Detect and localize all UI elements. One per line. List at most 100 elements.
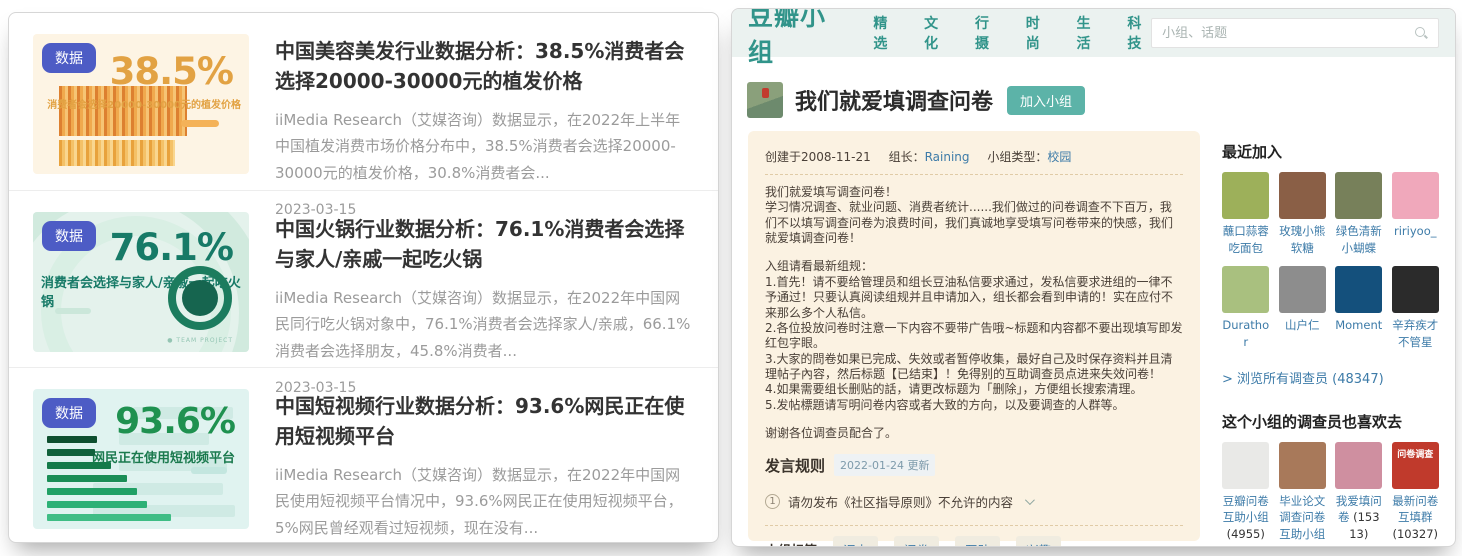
related-group-thumb [1222,441,1270,489]
nav-item-culture[interactable]: 文化 [924,13,948,53]
member-count: (4955) [1226,527,1265,542]
thumb-text [1335,442,1382,450]
browse-all-members-link[interactable]: > 浏览所有调查员 (48347) [1222,368,1439,387]
dash-decoration [181,120,219,127]
member-item[interactable]: 蘸口蒜蓉吃面包 [1222,172,1270,256]
member-name[interactable]: 辛弃疾才不管星 [1392,317,1440,350]
related-group-item[interactable]: 我爱填问卷 (15313) [1335,441,1383,546]
related-group-item[interactable]: 问卷调查最新问卷互填群 (10327) [1391,441,1440,546]
owner-link[interactable]: Raining [925,150,970,164]
data-badge: 数据 [42,221,96,251]
member-avatar [1278,172,1326,219]
recently-joined-heading: 最近加入 [1222,143,1283,161]
group-avatar [747,82,783,118]
article-thumbnail: 数据 93.6% 网民正在使用短视频平台 [33,389,249,529]
member-name[interactable]: Durathor [1222,317,1270,350]
member-name[interactable]: 绿色清新小蝴蝶 [1335,223,1383,256]
group-meta: 创建于2008-11-21 组长：Raining 小组类型：校园 [765,148,1183,165]
search-input[interactable] [1162,25,1414,41]
member-item[interactable]: 绿色清新小蝴蝶 [1335,172,1383,256]
group-title: 我们就爱填调查问卷 [795,90,994,115]
member-name[interactable]: ririyoo_ [1392,223,1440,240]
stat-value: 76.1% [109,226,234,269]
article-body: 中国火锅行业数据分析：76.1%消费者会选择与家人/亲戚一起吃火锅 iiMedi… [275,212,692,396]
member-count: (10327) [1392,527,1439,542]
member-name[interactable]: 蘸口蒜蓉吃面包 [1222,223,1270,256]
dash-decoration [55,308,91,314]
article-thumbnail: 数据 76.1% 消费者会选择与家人/亲戚一起吃火锅 ● TEAM PROJEC… [33,212,249,352]
dashed-divider [765,174,1183,175]
article-title[interactable]: 中国短视频行业数据分析：93.6%网民正在使用短视频平台 [275,391,692,451]
rule-number-icon: 1 [765,494,780,510]
nav-item-tech[interactable]: 科技 [1127,13,1151,53]
member-name[interactable]: 玫瑰小熊软糖 [1279,223,1327,256]
dash-decoration [191,467,227,474]
tag-interest[interactable]: 兴趣 [1016,536,1062,546]
member-avatar [1335,172,1383,219]
created-date: 创建于2008-11-21 [765,150,871,164]
thumb-text: 问卷调查 [1397,449,1434,460]
related-group-name[interactable]: 我爱填问卷 (15313) [1335,493,1383,543]
header-nav: 精选 文化 行摄 时尚 生活 科技 [873,13,1151,53]
article-thumbnail: 数据 38.5% 消费者会选择20000-30000元的植发价格 [33,34,249,174]
nav-item-photography[interactable]: 行摄 [975,13,999,53]
article-card[interactable]: 数据 38.5% 消费者会选择20000-30000元的植发价格 中国美容美发行… [9,13,718,218]
nav-item-fashion[interactable]: 时尚 [1026,13,1050,53]
dashed-divider [765,525,1183,527]
article-body: 中国美容美发行业数据分析：38.5%消费者会选择20000-30000元的植发价… [275,34,692,218]
group-thanks-text: 谢谢各位调查员配合了。 [765,426,898,441]
member-avatar [1222,266,1270,314]
data-badge: 数据 [42,398,96,428]
nav-item-featured[interactable]: 精选 [873,13,897,53]
nav-item-life[interactable]: 生活 [1077,13,1101,53]
owner-label: 组长： [888,150,925,164]
member-item[interactable]: 玫瑰小熊软糖 [1278,172,1327,256]
tags-label: 小组标签 [765,540,817,546]
member-avatar [1391,172,1439,219]
member-item[interactable]: 辛弃疾才不管星 [1391,266,1440,350]
member-item[interactable]: Moment [1335,266,1383,350]
bar-chart-decoration [59,86,187,136]
related-group-name[interactable]: 豆瓣问卷互助小组 (4955) [1222,493,1270,543]
related-group-thumb [1335,441,1383,489]
also-like-heading: 这个小组的调查员也喜欢去 [1222,412,1403,431]
posting-rules-header: 发言规则 2022-01-24 更新 [765,454,1183,477]
group-info-box: 创建于2008-11-21 组长：Raining 小组类型：校园 我们就爱填写调… [748,131,1200,546]
thumb-text [1222,442,1269,450]
chevron-down-icon[interactable] [1024,495,1035,506]
rule-item[interactable]: 1 请勿发布《社区指导原则》不允许的内容 [765,492,1183,511]
tag-mutual-help[interactable]: 互助 [955,536,1001,546]
member-avatar [1391,266,1439,314]
douban-groups-logo[interactable]: 豆瓣小组 [748,9,843,69]
group-body: 创建于2008-11-21 组长：Raining 小组类型：校园 我们就爱填写调… [732,131,1455,546]
tag-survey[interactable]: 调查 [833,536,879,546]
member-count: (15313) [1349,510,1380,542]
search-box [1151,18,1439,48]
douban-group-panel: 豆瓣小组 精选 文化 行摄 时尚 生活 科技 我们就爱填调查问卷 加入小组 创建… [731,8,1456,547]
article-body: 中国短视频行业数据分析：93.6%网民正在使用短视频平台 iiMedia Res… [275,389,692,537]
member-name[interactable]: 山户仁 [1279,317,1327,334]
tag-questionnaire[interactable]: 问卷 [894,536,940,546]
related-group-item[interactable]: 毕业论文调查问卷互助小组 (26461) [1278,441,1327,546]
related-group-item[interactable]: 豆瓣问卷互助小组 (4955) [1222,441,1270,546]
article-title[interactable]: 中国火锅行业数据分析：76.1%消费者会选择与家人/亲戚一起吃火锅 [275,214,692,274]
member-item[interactable]: ririyoo_ [1391,172,1440,256]
bar-chart-decoration [47,430,171,521]
join-group-button[interactable]: 加入小组 [1007,85,1086,115]
group-type-link[interactable]: 校园 [1047,150,1071,164]
type-label: 小组类型： [987,150,1048,164]
member-item[interactable]: Durathor [1222,266,1270,350]
article-card[interactable]: 数据 76.1% 消费者会选择与家人/亲戚一起吃火锅 ● TEAM PROJEC… [9,190,718,396]
watermark-text: ● TEAM PROJECT [167,337,233,344]
group-tags-row: 小组标签 调查 问卷 互助 兴趣 [765,536,1183,546]
member-name[interactable]: Moment [1335,317,1383,334]
article-title[interactable]: 中国美容美发行业数据分析：38.5%消费者会选择20000-30000元的植发价… [275,36,692,96]
member-item[interactable]: 山户仁 [1278,266,1327,350]
search-icon[interactable] [1414,26,1428,40]
article-card[interactable]: 数据 93.6% 网民正在使用短视频平台 中国短视频行业数据分析：93.6%网民… [9,367,718,542]
recent-members-grid: 蘸口蒜蓉吃面包 玫瑰小熊软糖 绿色清新小蝴蝶 ririyoo_ Durathor… [1222,172,1439,351]
related-group-name[interactable]: 最新问卷互填群 (10327) [1392,493,1440,543]
stat-value: 38.5% [109,50,234,93]
member-avatar [1335,266,1383,314]
related-group-name[interactable]: 毕业论文调查问卷互助小组 (26461) [1279,493,1327,546]
